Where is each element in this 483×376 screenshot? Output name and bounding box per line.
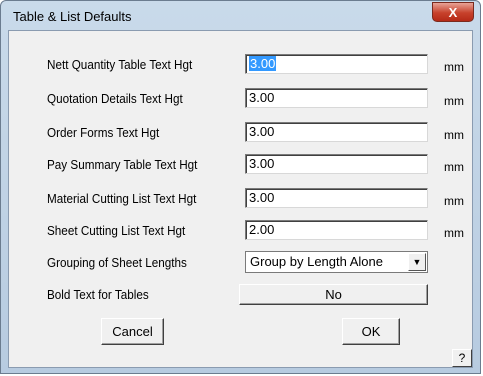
material-cutting-unit: mm: [444, 194, 464, 208]
ok-button[interactable]: OK: [342, 318, 400, 345]
title-bar[interactable]: Table & List Defaults X: [1, 1, 480, 31]
material-cutting-field[interactable]: 3.00: [245, 188, 428, 208]
help-button[interactable]: ?: [452, 349, 472, 367]
ok-label: OK: [361, 324, 381, 339]
nett-quantity-field[interactable]: 3.00: [245, 54, 428, 74]
sheet-cutting-unit: mm: [444, 226, 464, 240]
bold-text-label: Bold Text for Tables: [47, 287, 149, 302]
material-cutting-label: Material Cutting List Text Hgt: [47, 191, 197, 206]
bold-text-toggle[interactable]: No: [239, 284, 428, 305]
bold-text-value: No: [325, 287, 342, 302]
order-forms-field[interactable]: 3.00: [245, 122, 428, 142]
pay-summary-field[interactable]: 3.00: [245, 154, 428, 174]
quotation-details-field[interactable]: 3.00: [245, 88, 428, 108]
dropdown-arrow-icon[interactable]: ▼: [408, 253, 426, 271]
quotation-details-label: Quotation Details Text Hgt: [47, 91, 183, 106]
pay-summary-value: 3.00: [249, 156, 275, 171]
pay-summary-label: Pay Summary Table Text Hgt: [47, 157, 198, 172]
sheet-cutting-value: 2.00: [249, 222, 275, 237]
grouping-selected-value: Group by Length Alone: [250, 254, 383, 269]
cancel-button[interactable]: Cancel: [101, 318, 164, 345]
sheet-cutting-label: Sheet Cutting List Text Hgt: [47, 223, 186, 238]
window-title: Table & List Defaults: [13, 9, 132, 24]
help-icon: ?: [458, 351, 466, 365]
order-forms-label: Order Forms Text Hgt: [47, 125, 160, 140]
dialog-window: Table & List Defaults X Nett Quantity Ta…: [0, 0, 481, 374]
order-forms-value: 3.00: [249, 124, 275, 139]
pay-summary-unit: mm: [444, 160, 464, 174]
quotation-details-value: 3.00: [249, 90, 275, 105]
sheet-cutting-field[interactable]: 2.00: [245, 220, 428, 240]
cancel-label: Cancel: [112, 324, 153, 339]
dialog-body: Nett Quantity Table Text Hgt 3.00 mm Quo…: [8, 30, 473, 368]
order-forms-unit: mm: [444, 128, 464, 142]
quotation-details-unit: mm: [444, 94, 464, 108]
nett-quantity-unit: mm: [444, 60, 464, 74]
grouping-select[interactable]: Group by Length Alone ▼: [245, 251, 428, 273]
nett-quantity-label: Nett Quantity Table Text Hgt: [47, 57, 193, 72]
grouping-label: Grouping of Sheet Lengths: [47, 255, 187, 270]
close-icon: X: [448, 5, 458, 20]
nett-quantity-value: 3.00: [249, 56, 277, 71]
material-cutting-value: 3.00: [249, 190, 275, 205]
close-button[interactable]: X: [432, 2, 474, 22]
